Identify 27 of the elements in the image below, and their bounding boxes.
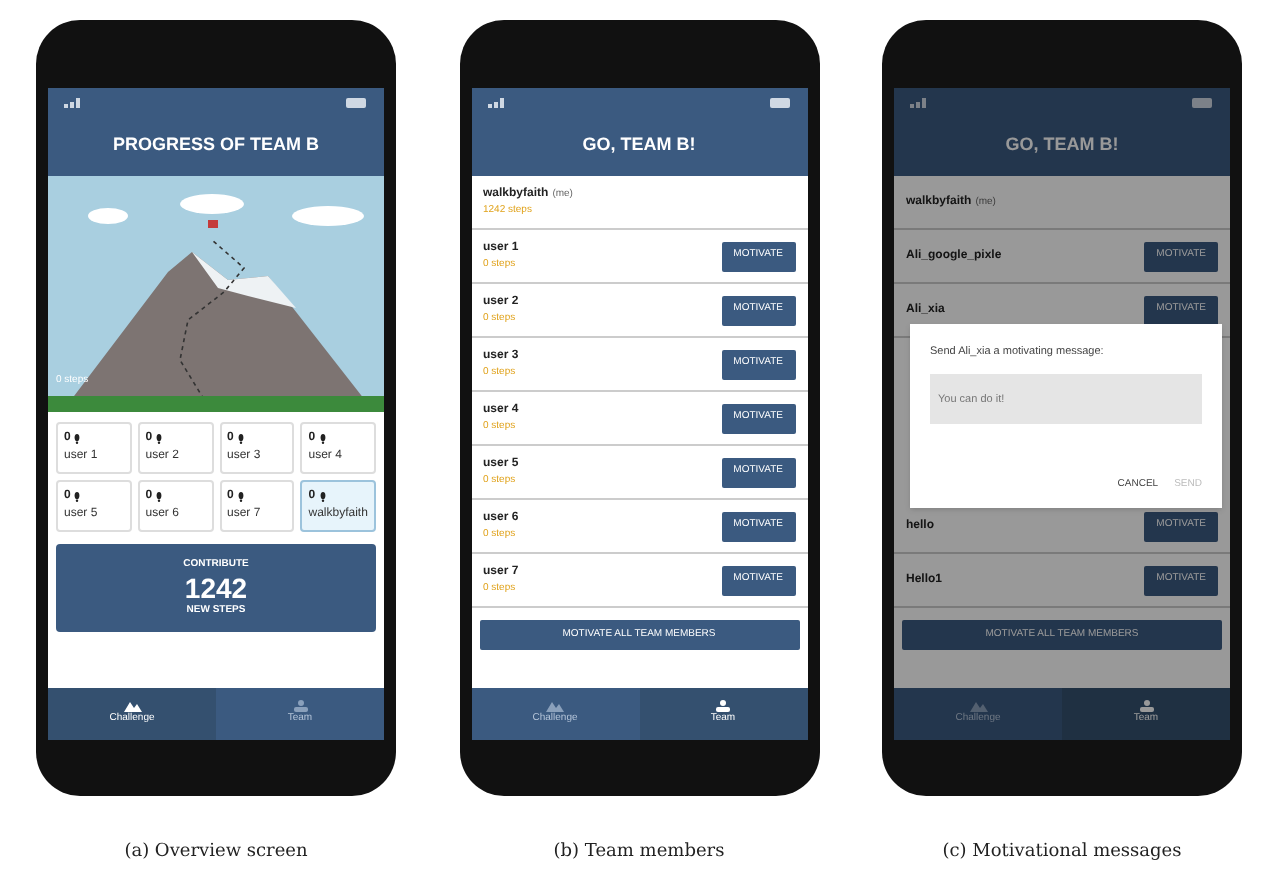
footprint-icon — [319, 434, 326, 444]
signal-icon — [487, 97, 507, 107]
figure-caption: (b) Team members — [553, 840, 725, 866]
footprint-icon — [237, 434, 244, 444]
signal-icon — [64, 97, 84, 107]
group-icon — [291, 700, 309, 713]
mountain-icon — [969, 700, 987, 713]
contribute-value: 1242 — [184, 573, 248, 603]
figure-caption: (c) Motivational messages — [942, 840, 1182, 866]
group-icon — [714, 700, 732, 713]
battery-icon — [769, 97, 791, 107]
screen-title: PROGRESS OF TEAM B — [112, 132, 319, 159]
footprint-icon — [74, 434, 81, 444]
battery-icon — [1192, 97, 1214, 107]
mountain-icon — [123, 700, 141, 713]
footprint-icon — [156, 434, 163, 444]
battery-icon — [346, 97, 368, 107]
footprint-icon — [237, 492, 244, 502]
screen-title: GO, TEAM B! — [582, 132, 696, 159]
mountain-icon — [546, 700, 564, 713]
screen-title: GO, TEAM B! — [1005, 132, 1119, 159]
footprint-icon — [319, 492, 326, 502]
footprint-icon — [74, 492, 81, 502]
group-icon — [1137, 700, 1155, 713]
footprint-icon — [156, 492, 163, 502]
figure-caption: (a) Overview screen — [124, 840, 308, 866]
signal-icon — [910, 97, 930, 107]
